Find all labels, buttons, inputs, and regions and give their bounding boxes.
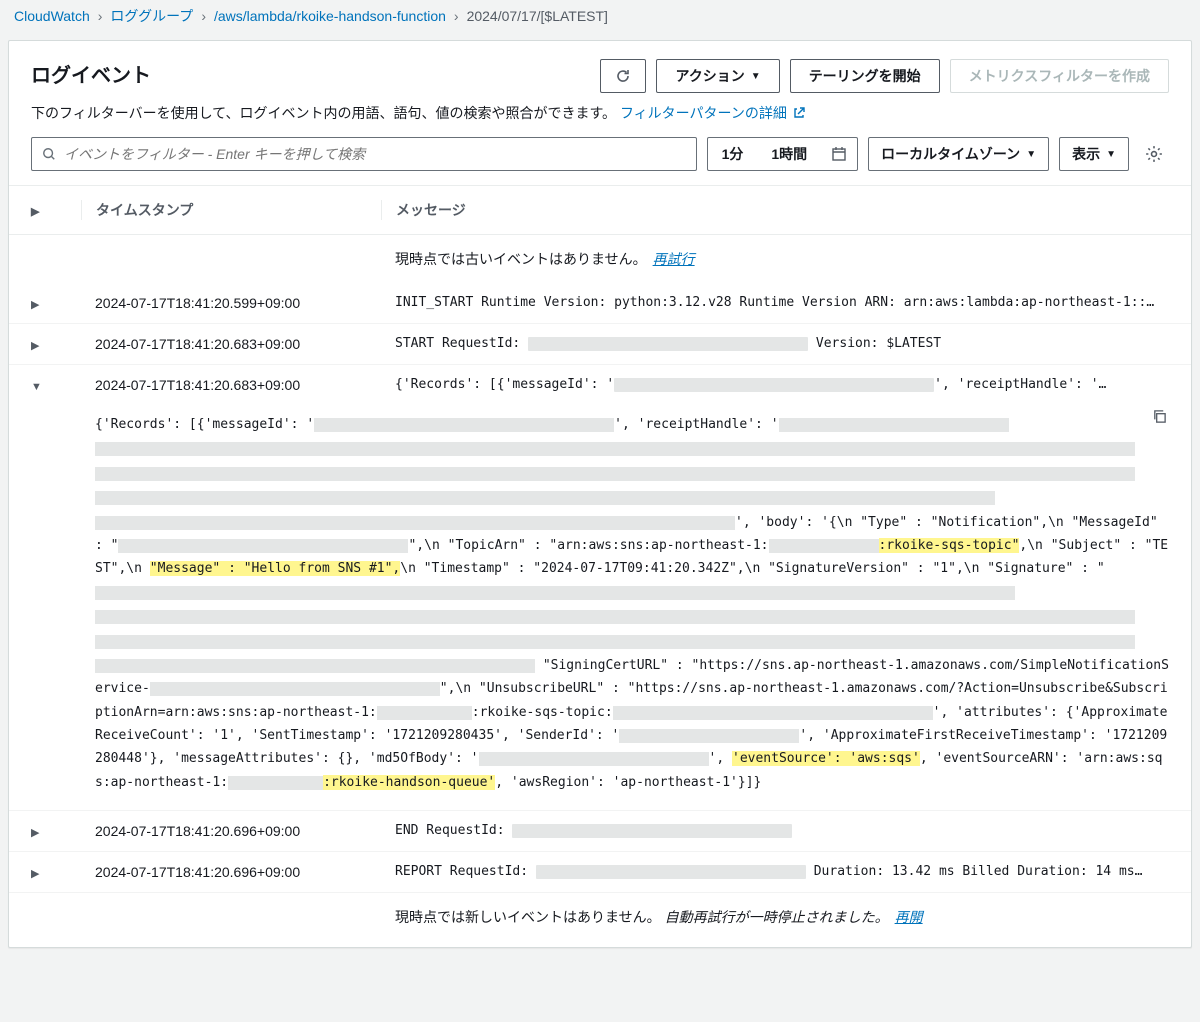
display-selector[interactable]: 表示 ▼ <box>1059 137 1129 171</box>
caret-down-icon: ▼ <box>751 71 761 82</box>
message: REPORT RequestId: Duration: 13.42 ms Bil… <box>381 864 1169 879</box>
search-icon <box>42 147 56 161</box>
chevron-right-icon: › <box>98 8 103 24</box>
actions-button[interactable]: アクション ▼ <box>656 59 779 93</box>
expand-toggle[interactable] <box>31 295 81 311</box>
log-row: 2024-07-17T18:41:20.599+09:00 INIT_START… <box>9 283 1191 324</box>
breadcrumb-current: 2024/07/17/[$LATEST] <box>467 8 608 24</box>
search-input-wrapper[interactable] <box>31 137 697 171</box>
copy-icon <box>1152 409 1167 424</box>
settings-button[interactable] <box>1139 137 1169 171</box>
message: INIT_START Runtime Version: python:3.12.… <box>381 295 1169 310</box>
time-1m[interactable]: 1分 <box>708 144 758 164</box>
expand-all-toggle[interactable] <box>31 200 81 220</box>
expand-toggle[interactable] <box>31 823 81 839</box>
column-header-timestamp: タイムスタンプ <box>81 200 381 220</box>
expand-toggle[interactable] <box>31 336 81 352</box>
breadcrumb-link-resource[interactable]: /aws/lambda/rkoike-handson-function <box>214 8 446 24</box>
timestamp: 2024-07-17T18:41:20.696+09:00 <box>81 864 381 880</box>
log-row: 2024-07-17T18:41:20.696+09:00 END Reques… <box>9 811 1191 852</box>
create-metric-filter-button: メトリクスフィルターを作成 <box>950 59 1169 93</box>
filter-events-input[interactable] <box>64 146 686 162</box>
expand-toggle[interactable] <box>31 864 81 880</box>
column-header-message: メッセージ <box>381 200 1169 220</box>
log-row: 2024-07-17T18:41:20.683+09:00 START Requ… <box>9 324 1191 365</box>
page-title: ログイベント <box>31 59 151 88</box>
chevron-right-icon: › <box>201 8 206 24</box>
filter-pattern-link[interactable]: フィルターパターンの詳細 <box>620 105 805 121</box>
time-range-selector[interactable]: 1分 1時間 <box>707 137 859 171</box>
external-link-icon <box>793 107 805 119</box>
resume-link[interactable]: 再開 <box>895 907 923 927</box>
actions-label: アクション <box>675 66 744 86</box>
no-newer-events-row: 現時点では新しいイベントはありません。 自動再試行が一時停止されました。 再開 <box>9 893 1191 947</box>
log-events-panel: ログイベント アクション ▼ テーリングを開始 メトリクスフィルターを作成 下の… <box>8 40 1192 948</box>
toolbar: 1分 1時間 ローカルタイムゾーン ▼ 表示 ▼ <box>9 137 1191 185</box>
timezone-selector[interactable]: ローカルタイムゾーン ▼ <box>868 137 1049 171</box>
copy-button[interactable] <box>1152 409 1167 432</box>
log-row: 2024-07-17T18:41:20.696+09:00 REPORT Req… <box>9 852 1191 893</box>
breadcrumb-link-cloudwatch[interactable]: CloudWatch <box>14 8 90 24</box>
expand-toggle[interactable] <box>31 377 81 393</box>
timestamp: 2024-07-17T18:41:20.599+09:00 <box>81 295 381 311</box>
message: {'Records': [{'messageId': '', 'receiptH… <box>381 377 1169 392</box>
subhead: 下のフィルターバーを使用して、ログイベント内の用語、語句、値の検索や照合ができま… <box>9 103 1191 137</box>
refresh-icon <box>615 68 631 84</box>
timestamp: 2024-07-17T18:41:20.696+09:00 <box>81 823 381 839</box>
caret-down-icon: ▼ <box>1106 149 1116 160</box>
caret-down-icon: ▼ <box>1026 149 1036 160</box>
message: END RequestId: <box>381 823 1169 838</box>
log-expanded-content: {'Records': [{'messageId': '', 'receiptH… <box>9 405 1191 811</box>
gear-icon <box>1145 145 1163 163</box>
chevron-right-icon: › <box>454 8 459 24</box>
log-row-expanded: 2024-07-17T18:41:20.683+09:00 {'Records'… <box>9 365 1191 405</box>
calendar-icon[interactable] <box>821 146 857 162</box>
table-header: タイムスタンプ メッセージ <box>9 185 1191 235</box>
breadcrumb-link-loggroups[interactable]: ロググループ <box>110 6 193 26</box>
no-older-events-row: 現時点では古いイベントはありません。 再試行 <box>9 235 1191 283</box>
display-label: 表示 <box>1072 144 1100 164</box>
timestamp: 2024-07-17T18:41:20.683+09:00 <box>81 377 381 393</box>
message: START RequestId: Version: $LATEST <box>381 336 1169 351</box>
time-1h[interactable]: 1時間 <box>757 144 821 164</box>
breadcrumb: CloudWatch › ロググループ › /aws/lambda/rkoike… <box>0 0 1200 36</box>
retry-link[interactable]: 再試行 <box>653 249 695 269</box>
start-tailing-button[interactable]: テーリングを開始 <box>790 59 940 93</box>
timezone-label: ローカルタイムゾーン <box>881 144 1020 164</box>
timestamp: 2024-07-17T18:41:20.683+09:00 <box>81 336 381 352</box>
refresh-button[interactable] <box>600 59 646 93</box>
